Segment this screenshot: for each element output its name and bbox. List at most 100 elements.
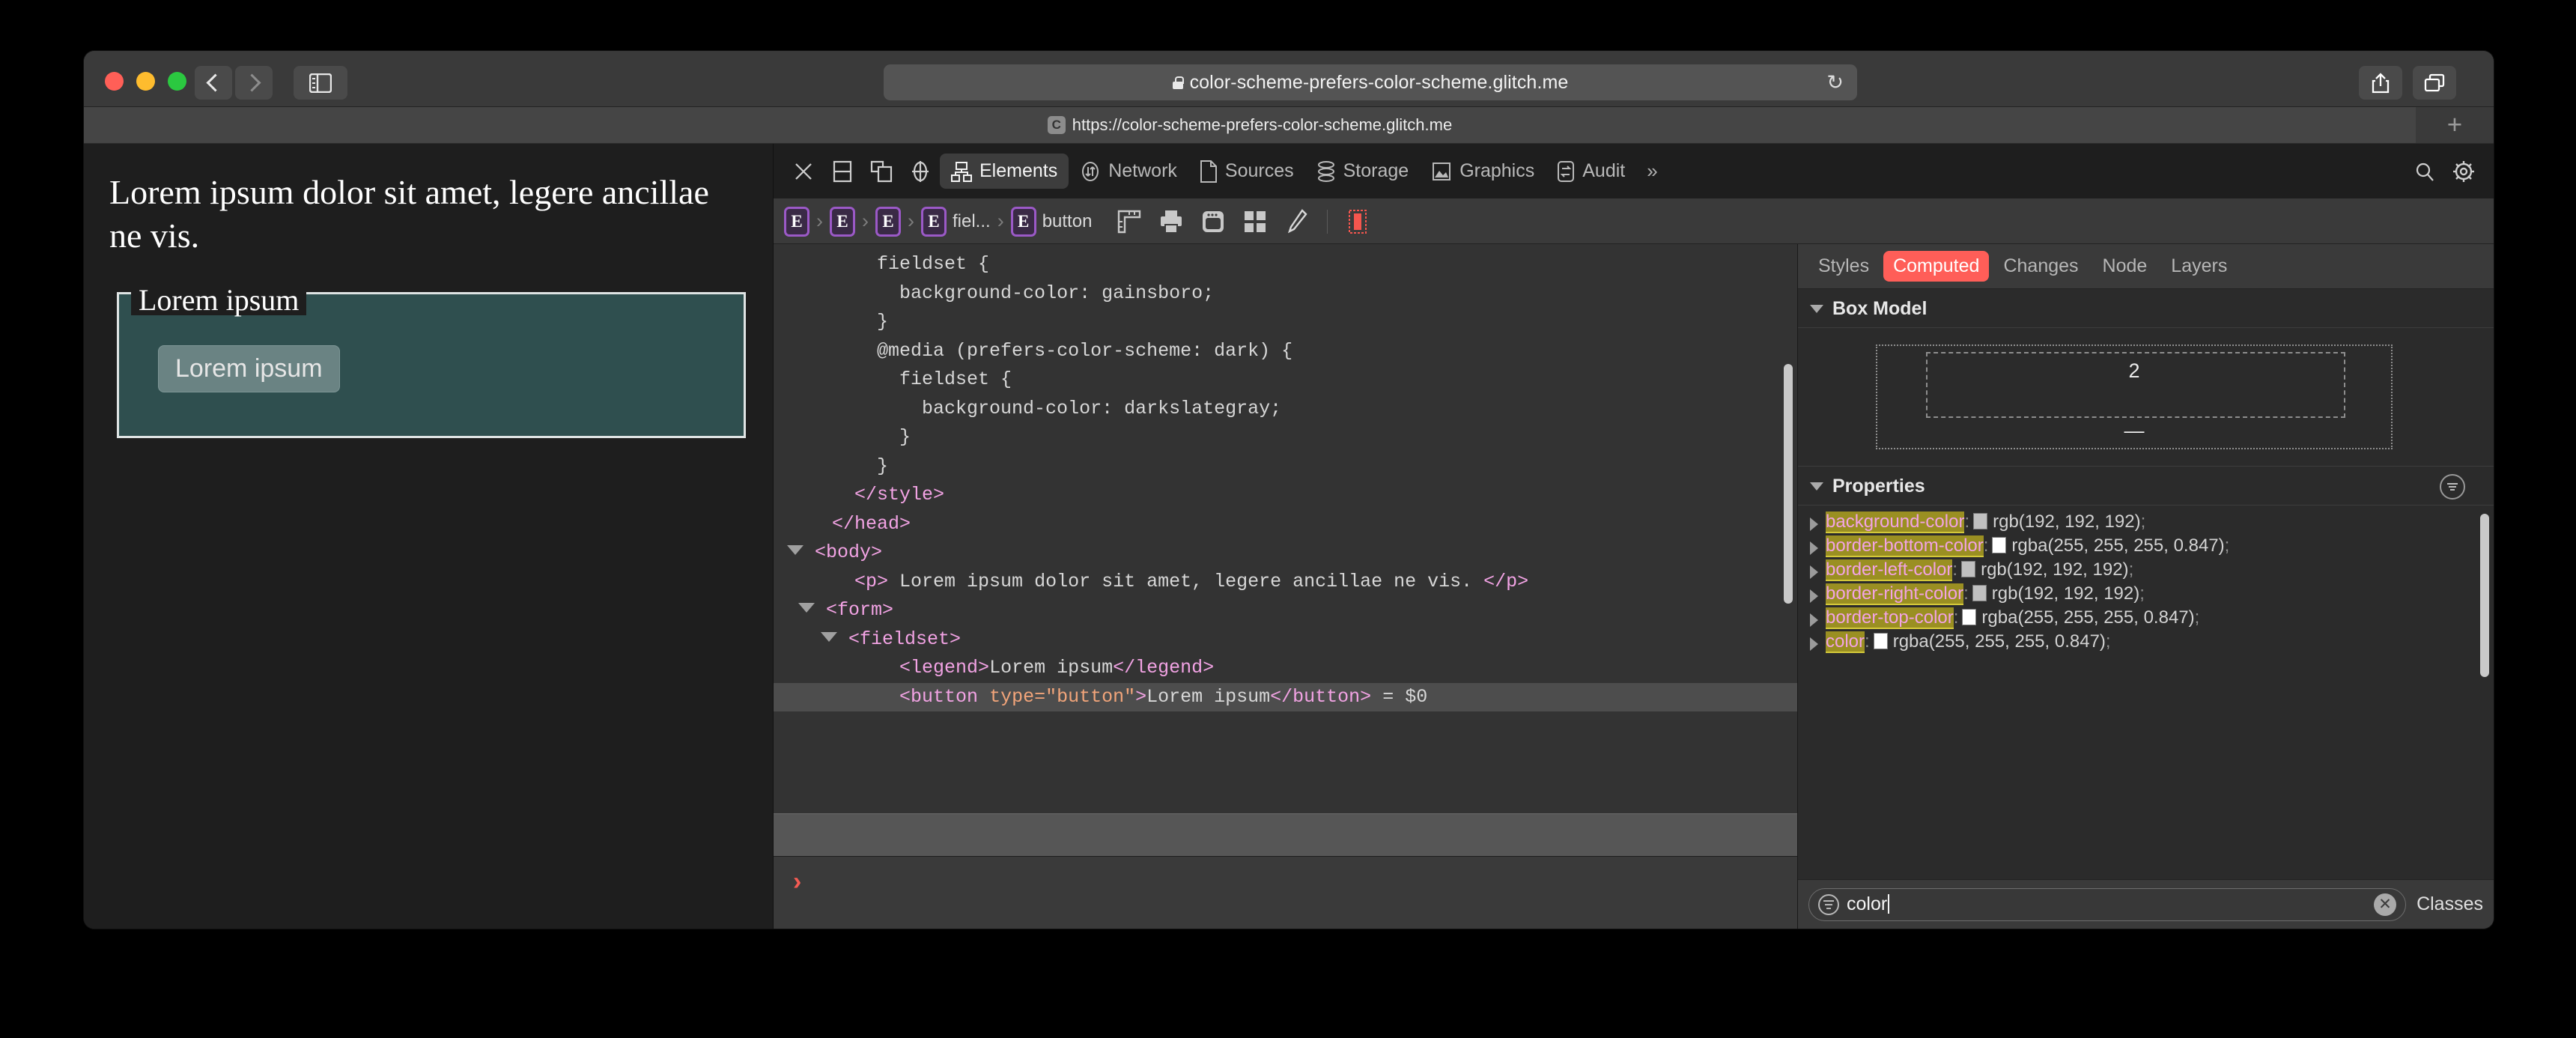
filter-lines-icon <box>2447 483 2458 491</box>
breadcrumb-item[interactable]: E <box>784 206 809 237</box>
browser-window: color-scheme-prefers-color-scheme.glitch… <box>84 51 2494 929</box>
dom-row[interactable]: <legend>Lorem ipsum</legend> <box>774 654 1797 683</box>
dom-row[interactable]: <form> <box>774 596 1797 625</box>
dom-row[interactable]: <body> <box>774 538 1797 568</box>
breadcrumb-separator: › <box>862 210 869 232</box>
color-swatch[interactable] <box>1873 633 1888 649</box>
address-bar[interactable]: color-scheme-prefers-color-scheme.glitch… <box>884 64 1857 100</box>
new-tab-button[interactable]: + <box>2416 107 2494 143</box>
dom-tree-scroll[interactable]: fieldset { background-color: gainsboro; … <box>774 244 1797 813</box>
property-row[interactable]: border-top-color: rgba(255, 255, 255, 0.8… <box>1798 606 2494 630</box>
print-button[interactable] <box>1153 205 1189 238</box>
expand-property-icon[interactable] <box>1810 565 1818 579</box>
dom-row[interactable]: background-color: gainsboro; <box>774 279 1797 309</box>
expand-triangle-icon[interactable] <box>787 545 804 555</box>
tab-network[interactable]: Network <box>1069 154 1188 189</box>
close-devtools-button[interactable] <box>784 152 823 191</box>
dom-row[interactable]: background-color: darkslategray; <box>774 395 1797 424</box>
property-row[interactable]: border-left-color: rgb(192, 192, 192); <box>1798 558 2494 582</box>
classes-button[interactable]: Classes <box>2416 893 2483 915</box>
expand-triangle-icon[interactable] <box>821 631 838 642</box>
tab-elements[interactable]: Elements <box>940 154 1069 189</box>
undock-window-button[interactable] <box>862 152 901 191</box>
ruler-button[interactable] <box>1111 205 1147 238</box>
tab-styles[interactable]: Styles <box>1808 251 1879 282</box>
browser-window-button[interactable] <box>1195 205 1231 238</box>
share-button[interactable] <box>2359 66 2402 100</box>
tab-layers[interactable]: Layers <box>2161 251 2237 282</box>
dom-tree-code[interactable]: fieldset { background-color: gainsboro; … <box>774 250 1797 711</box>
more-tabs-button[interactable]: » <box>1636 160 1668 183</box>
maximize-window-button[interactable] <box>168 72 186 91</box>
breadcrumb-item-button[interactable]: E button <box>1010 206 1092 237</box>
expand-property-icon[interactable] <box>1810 541 1818 555</box>
dom-row[interactable]: } <box>774 452 1797 482</box>
reload-icon[interactable]: ↻ <box>1826 73 1844 93</box>
properties-header[interactable]: Properties <box>1798 467 2494 506</box>
minimize-window-button[interactable] <box>136 72 155 91</box>
properties-filter-input[interactable]: color ✕ <box>1808 887 2407 921</box>
dom-row[interactable]: } <box>774 423 1797 452</box>
console-splitter[interactable] <box>774 813 1797 857</box>
color-swatch[interactable] <box>1972 585 1987 601</box>
expand-triangle-icon[interactable] <box>798 603 815 613</box>
text-cursor <box>1888 894 1890 914</box>
property-row[interactable]: background-color: rgb(192, 192, 192); <box>1798 510 2494 534</box>
tab-audit[interactable]: Audit <box>1546 154 1636 189</box>
property-row[interactable]: border-bottom-color: rgba(255, 255, 255, … <box>1798 534 2494 558</box>
dom-row[interactable]: fieldset { <box>774 250 1797 279</box>
devtools-search-button[interactable] <box>2405 152 2444 191</box>
element-badge: E <box>1010 206 1036 237</box>
dom-tree-pane: fieldset { background-color: gainsboro; … <box>774 244 1797 929</box>
dom-row[interactable]: <fieldset> <box>774 625 1797 655</box>
tab-graphics[interactable]: Graphics <box>1420 154 1546 189</box>
devtools-settings-button[interactable] <box>2444 152 2483 191</box>
tab-sources[interactable]: Sources <box>1188 154 1305 189</box>
expand-property-icon[interactable] <box>1810 613 1818 627</box>
tab-storage[interactable]: Storage <box>1305 154 1421 189</box>
inspect-element-button[interactable] <box>901 152 940 191</box>
property-row[interactable]: border-right-color: rgb(192, 192, 192); <box>1798 582 2494 606</box>
dom-vertical-scrollbar[interactable] <box>1784 364 1793 604</box>
sidebar-toggle-button[interactable] <box>294 66 347 100</box>
property-row[interactable]: color: rgba(255, 255, 255, 0.847); <box>1798 630 2494 654</box>
grid-layout-button[interactable] <box>1237 205 1273 238</box>
close-window-button[interactable] <box>105 72 124 91</box>
color-swatch[interactable] <box>1962 609 1977 625</box>
tab-strip: C https://color-scheme-prefers-color-sch… <box>84 107 2494 143</box>
dom-row[interactable]: </style> <box>774 481 1797 510</box>
color-swatch[interactable] <box>1961 561 1976 577</box>
expand-property-icon[interactable] <box>1810 637 1818 651</box>
page-button[interactable]: Lorem ipsum <box>158 345 340 392</box>
clear-filter-button[interactable]: ✕ <box>2374 893 2397 916</box>
properties-scrollbar[interactable] <box>2480 514 2489 677</box>
box-model-header[interactable]: Box Model <box>1798 289 2494 328</box>
dom-row[interactable]: @media (prefers-color-scheme: dark) { <box>774 337 1797 366</box>
element-highlight-button[interactable] <box>1340 205 1376 238</box>
expand-property-icon[interactable] <box>1810 518 1818 531</box>
dom-row[interactable]: </head> <box>774 510 1797 539</box>
breadcrumb-item-fieldset[interactable]: E fiel... <box>921 206 991 237</box>
expand-property-icon[interactable] <box>1810 589 1818 603</box>
chevron-right-icon <box>243 73 261 92</box>
color-swatch[interactable] <box>1973 513 1988 529</box>
tab-overview-button[interactable] <box>2413 66 2456 100</box>
browser-tab[interactable]: C https://color-scheme-prefers-color-sch… <box>84 107 2416 143</box>
tab-node[interactable]: Node <box>2093 251 2157 282</box>
properties-filter-button[interactable] <box>2440 474 2465 500</box>
console-pane[interactable]: › <box>774 857 1797 929</box>
tab-computed[interactable]: Computed <box>1883 251 1990 282</box>
dom-row[interactable]: fieldset { <box>774 365 1797 395</box>
breadcrumb-item[interactable]: E <box>875 206 901 237</box>
dom-row-selected[interactable]: <button type="button">Lorem ipsum</butto… <box>774 682 1797 711</box>
property-name: color <box>1826 631 1865 653</box>
dom-row[interactable]: <p> Lorem ipsum dolor sit amet, legere a… <box>774 568 1797 597</box>
tab-changes[interactable]: Changes <box>1993 251 2088 282</box>
forward-button[interactable] <box>235 66 273 100</box>
paintbrush-button[interactable] <box>1279 205 1315 238</box>
back-button[interactable] <box>195 66 232 100</box>
dom-row[interactable]: } <box>774 308 1797 337</box>
dock-bottom-button[interactable] <box>823 152 862 191</box>
breadcrumb-item[interactable]: E <box>830 206 855 237</box>
color-swatch[interactable] <box>1992 537 2007 553</box>
